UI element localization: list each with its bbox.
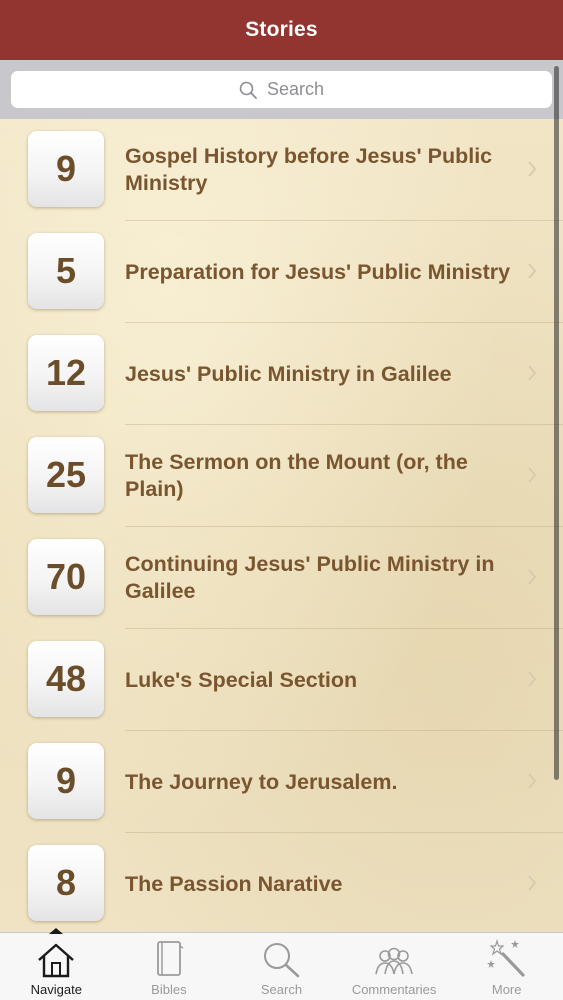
tab-search[interactable]: Search xyxy=(225,933,338,1000)
navigation-bar: Stories xyxy=(0,0,563,60)
list-item[interactable]: 8 The Passion Narative xyxy=(0,833,563,932)
story-title: Gospel History before Jesus' Public Mini… xyxy=(125,144,493,195)
active-tab-indicator xyxy=(49,928,64,934)
page-title: Stories xyxy=(245,18,318,41)
story-count-badge: 48 xyxy=(28,641,104,717)
magic-wand-icon xyxy=(486,938,525,977)
tab-navigate[interactable]: Navigate xyxy=(0,928,113,1000)
chevron-right-icon xyxy=(528,569,537,585)
list-item[interactable]: 9 The Journey to Jerusalem. xyxy=(0,731,563,833)
chevron-right-icon xyxy=(528,467,537,483)
list-item[interactable]: 12 Jesus' Public Ministry in Galilee xyxy=(0,323,563,425)
story-count-badge: 25 xyxy=(28,437,104,513)
story-title: The Passion Narative xyxy=(125,871,343,896)
search-input[interactable]: Search xyxy=(11,71,552,108)
list-item[interactable]: 25 The Sermon on the Mount (or, the Plai… xyxy=(0,425,563,527)
tab-more[interactable]: More xyxy=(450,933,563,1000)
story-title: Luke's Special Section xyxy=(125,667,358,692)
story-count-badge: 5 xyxy=(28,233,104,309)
list-item[interactable]: 70 Continuing Jesus' Public Ministry in … xyxy=(0,527,563,629)
people-icon xyxy=(375,947,413,975)
house-icon xyxy=(38,943,75,978)
story-count-badge: 70 xyxy=(28,539,104,615)
tab-commentaries[interactable]: Commentaries xyxy=(338,933,451,1000)
tab-label: Bibles xyxy=(151,982,187,997)
list-item[interactable]: 5 Preparation for Jesus' Public Ministry xyxy=(0,221,563,323)
tab-label: More xyxy=(491,982,522,997)
story-title: Continuing Jesus' Public Ministry in Gal… xyxy=(125,552,495,603)
tab-bar: Navigate Bibles Search Commentaries More xyxy=(0,928,563,1000)
list-item[interactable]: 9 Gospel History before Jesus' Public Mi… xyxy=(0,119,563,221)
story-title: The Journey to Jerusalem. xyxy=(125,769,398,794)
scrollbar[interactable] xyxy=(554,66,559,780)
story-count-badge: 9 xyxy=(28,131,104,207)
tab-label: Navigate xyxy=(30,982,82,997)
tab-label: Commentaries xyxy=(351,982,437,997)
list-item[interactable]: 48 Luke's Special Section xyxy=(0,629,563,731)
chevron-right-icon xyxy=(528,263,537,279)
chevron-right-icon xyxy=(528,671,537,687)
chevron-right-icon xyxy=(528,875,537,891)
story-title: The Sermon on the Mount (or, the Plain) xyxy=(125,450,468,501)
story-title: Preparation for Jesus' Public Ministry xyxy=(125,259,511,284)
book-icon xyxy=(156,941,184,976)
story-count-badge: 12 xyxy=(28,335,104,411)
story-count-badge: 8 xyxy=(28,845,104,921)
story-count-badge: 9 xyxy=(28,743,104,819)
chevron-right-icon xyxy=(528,161,537,177)
search-area: Search xyxy=(0,60,563,119)
search-icon xyxy=(239,81,257,99)
tab-label: Search xyxy=(260,982,303,997)
search-placeholder: Search xyxy=(266,79,325,99)
magnifier-icon xyxy=(264,943,300,978)
chevron-right-icon xyxy=(528,365,537,381)
chevron-right-icon xyxy=(528,773,537,789)
tab-bibles[interactable]: Bibles xyxy=(113,933,226,1000)
story-title: Jesus' Public Ministry in Galilee xyxy=(125,361,452,386)
stories-list[interactable]: 9 Gospel History before Jesus' Public Mi… xyxy=(0,119,563,932)
